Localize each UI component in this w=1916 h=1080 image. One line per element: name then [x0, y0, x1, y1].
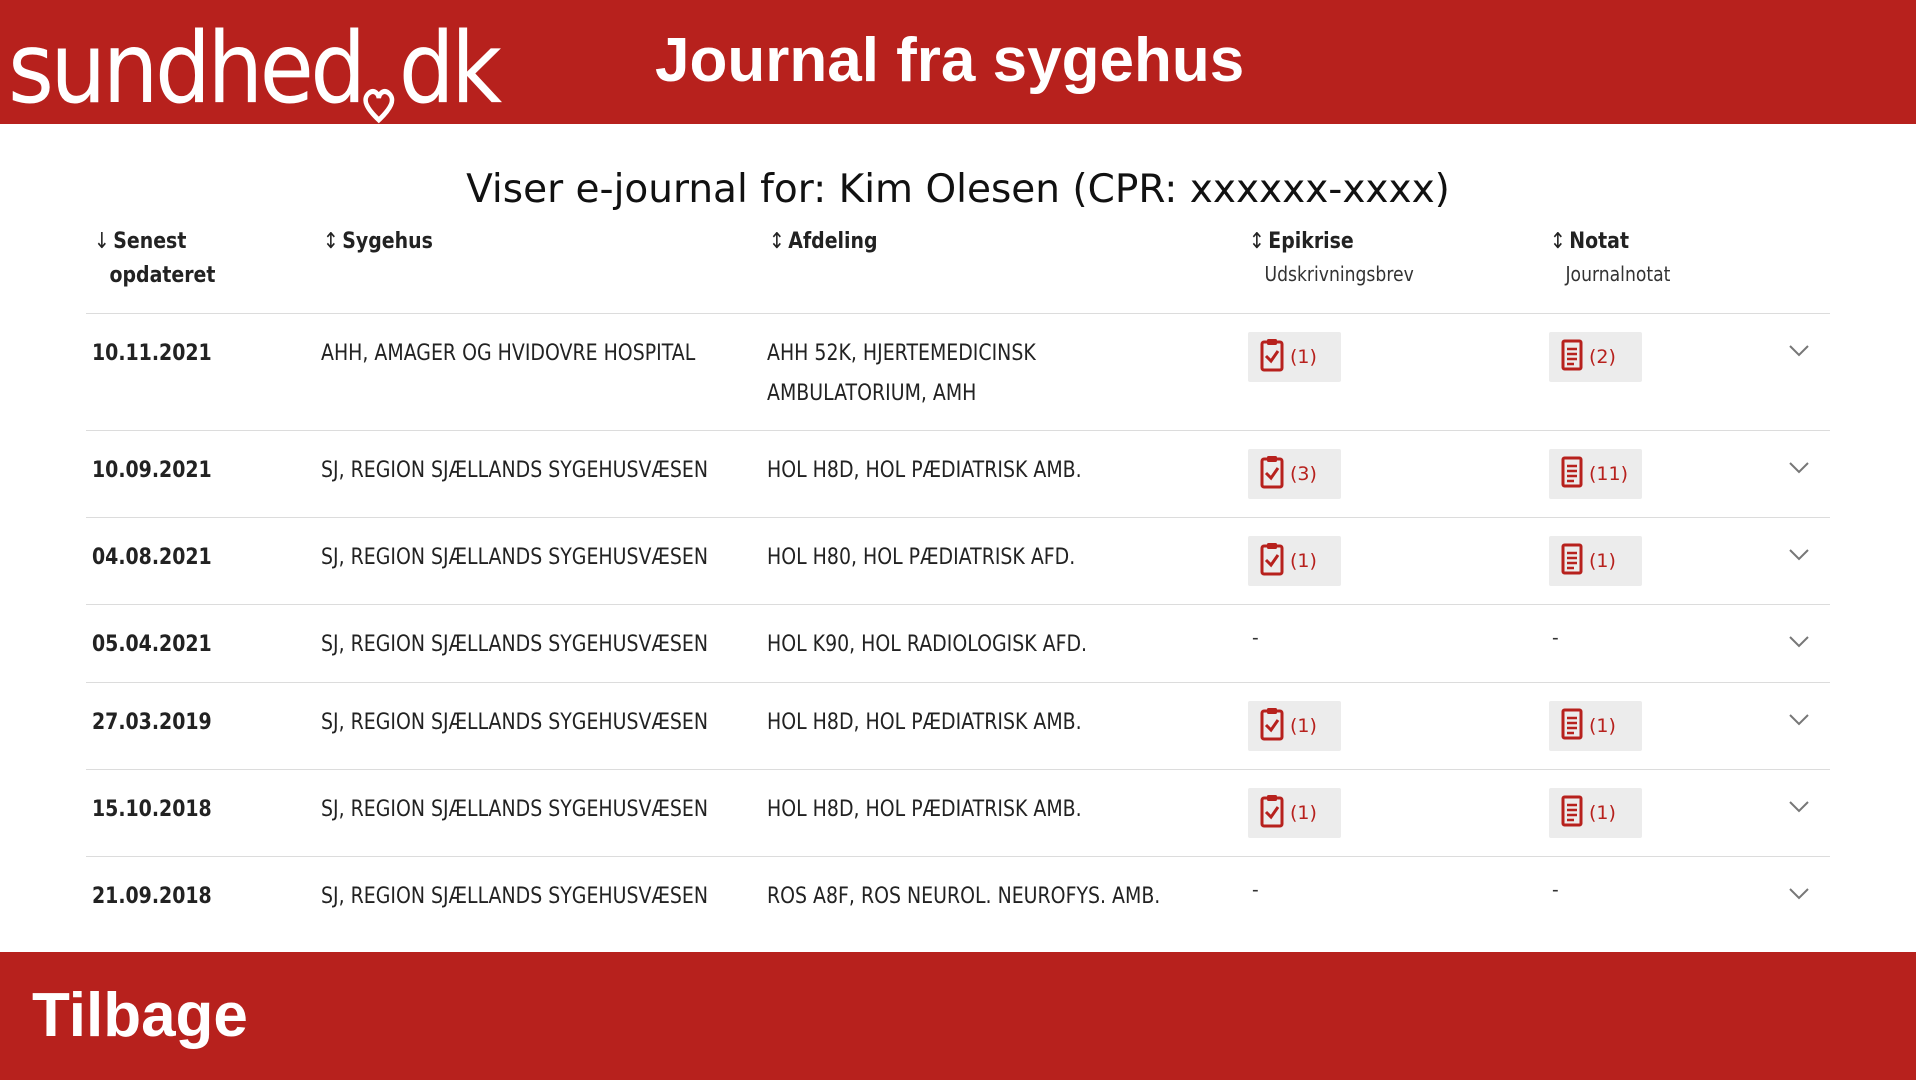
chevron-down-icon[interactable]: [1788, 800, 1810, 819]
patient-subtitle: Viser e-journal for: Kim Olesen (CPR: xx…: [466, 167, 1450, 212]
row-department: HOL H8D, HOL PÆDIATRISK AMB.: [767, 797, 1082, 822]
clipboard-check-icon: [1260, 707, 1290, 746]
notat-button[interactable]: (1): [1549, 536, 1642, 586]
epikrise-empty: -: [1252, 627, 1259, 649]
column-header-hospital[interactable]: ↕ Sygehus: [323, 229, 433, 254]
row-date: 04.08.2021: [92, 545, 212, 570]
document-icon: [1561, 456, 1589, 493]
notat-empty: -: [1552, 627, 1559, 649]
heart-icon: [363, 6, 399, 124]
chevron-down-icon[interactable]: [1788, 344, 1810, 363]
notat-empty: -: [1552, 879, 1559, 901]
document-icon: [1561, 543, 1589, 580]
table-body: 10.11.2021 AHH, AMAGER OG HVIDOVRE HOSPIT…: [86, 313, 1830, 943]
notat-count: (1): [1589, 715, 1616, 737]
logo-text-left: sundhed: [8, 12, 366, 126]
notat-count: (1): [1589, 802, 1616, 824]
row-date: 10.09.2021: [92, 458, 212, 483]
epikrise-count: (1): [1290, 346, 1317, 368]
row-department: HOL K90, HOL RADIOLOGISK AFD.: [767, 632, 1088, 657]
row-hospital: SJ, REGION SJÆLLANDS SYGEHUSVÆSEN: [321, 710, 709, 735]
epikrise-empty: -: [1252, 879, 1259, 901]
clipboard-check-icon: [1260, 338, 1290, 377]
notat-button[interactable]: (1): [1549, 701, 1642, 751]
back-button[interactable]: Tilbage: [32, 980, 248, 1052]
epikrise-count: (1): [1290, 802, 1317, 824]
row-department: HOL H8D, HOL PÆDIATRISK AMB.: [767, 710, 1082, 735]
table-row[interactable]: 04.08.2021 SJ, REGION SJÆLLANDS SYGEHUSVÆ…: [86, 517, 1830, 604]
table-row[interactable]: 27.03.2019 SJ, REGION SJÆLLANDS SYGEHUSVÆ…: [86, 682, 1830, 769]
sort-desc-icon: ↓: [94, 229, 110, 254]
epikrise-count: (3): [1290, 463, 1317, 485]
row-hospital: SJ, REGION SJÆLLANDS SYGEHUSVÆSEN: [321, 884, 709, 909]
chevron-down-icon[interactable]: [1788, 461, 1810, 480]
epikrise-count: (1): [1290, 715, 1317, 737]
chevron-down-icon[interactable]: [1788, 548, 1810, 567]
sundhed-logo[interactable]: sundhed dk: [8, 6, 502, 126]
table-row[interactable]: 10.11.2021 AHH, AMAGER OG HVIDOVRE HOSPIT…: [86, 313, 1830, 430]
row-hospital: SJ, REGION SJÆLLANDS SYGEHUSVÆSEN: [321, 632, 709, 657]
chevron-down-icon[interactable]: [1788, 887, 1810, 906]
row-date: 21.09.2018: [92, 884, 212, 909]
row-date: 10.11.2021: [92, 341, 212, 366]
notat-count: (2): [1589, 346, 1616, 368]
row-hospital: SJ, REGION SJÆLLANDS SYGEHUSVÆSEN: [321, 545, 709, 570]
clipboard-check-icon: [1260, 794, 1290, 833]
sort-icon: ↕: [1550, 229, 1566, 254]
document-icon: [1561, 339, 1589, 376]
notat-button[interactable]: (11): [1549, 449, 1642, 499]
sort-icon: ↕: [323, 229, 339, 254]
row-date: 15.10.2018: [92, 797, 212, 822]
column-header-date[interactable]: ↓ Senest opdateret: [94, 229, 215, 288]
document-icon: [1561, 795, 1589, 832]
footer-bar: Tilbage: [0, 952, 1916, 1080]
page-title: Journal fra sygehus: [655, 26, 1245, 95]
row-hospital: AHH, AMAGER OG HVIDOVRE HOSPITAL: [321, 341, 696, 366]
table-row[interactable]: 21.09.2018 SJ, REGION SJÆLLANDS SYGEHUSVÆ…: [86, 856, 1830, 943]
notat-button[interactable]: (2): [1549, 332, 1642, 382]
notat-button[interactable]: (1): [1549, 788, 1642, 838]
document-icon: [1561, 708, 1589, 745]
top-bar: sundhed dk Journal fra sygehus: [0, 0, 1916, 124]
journal-table: ↓ Senest opdateret ↕ Sygehus ↕ Afdeling ↕ Ep…: [86, 225, 1830, 943]
table-row[interactable]: 10.09.2021 SJ, REGION SJÆLLANDS SYGEHUSVÆ…: [86, 430, 1830, 517]
chevron-down-icon[interactable]: [1788, 713, 1810, 732]
chevron-down-icon[interactable]: [1788, 635, 1810, 654]
table-row[interactable]: 05.04.2021 SJ, REGION SJÆLLANDS SYGEHUSVÆ…: [86, 604, 1830, 682]
epikrise-button[interactable]: (1): [1248, 332, 1341, 382]
notat-count: (11): [1589, 463, 1629, 485]
epikrise-button[interactable]: (1): [1248, 536, 1341, 586]
notat-count: (1): [1589, 550, 1616, 572]
sort-icon: ↕: [769, 229, 785, 254]
column-header-notat[interactable]: ↕ Notat Journalnotat: [1550, 229, 1670, 286]
row-department: HOL H8D, HOL PÆDIATRISK AMB.: [767, 458, 1082, 483]
table-header: ↓ Senest opdateret ↕ Sygehus ↕ Afdeling ↕ Ep…: [86, 225, 1830, 313]
logo-text-right: dk: [398, 12, 502, 126]
column-header-department[interactable]: ↕ Afdeling: [769, 229, 878, 254]
row-department: ROS A8F, ROS NEUROL. NEUROFYS. AMB.: [767, 884, 1161, 909]
epikrise-button[interactable]: (1): [1248, 788, 1341, 838]
row-department: AHH 52K, HJERTEMEDICINSK AMBULATORIUM, A…: [767, 341, 1036, 406]
epikrise-button[interactable]: (1): [1248, 701, 1341, 751]
sort-icon: ↕: [1249, 229, 1265, 254]
row-date: 27.03.2019: [92, 710, 212, 735]
clipboard-check-icon: [1260, 542, 1290, 581]
row-date: 05.04.2021: [92, 632, 212, 657]
table-row[interactable]: 15.10.2018 SJ, REGION SJÆLLANDS SYGEHUSVÆ…: [86, 769, 1830, 856]
row-department: HOL H80, HOL PÆDIATRISK AFD.: [767, 545, 1076, 570]
row-hospital: SJ, REGION SJÆLLANDS SYGEHUSVÆSEN: [321, 797, 709, 822]
epikrise-count: (1): [1290, 550, 1317, 572]
epikrise-button[interactable]: (3): [1248, 449, 1341, 499]
column-header-epikrise[interactable]: ↕ Epikrise Udskrivningsbrev: [1249, 229, 1414, 286]
row-hospital: SJ, REGION SJÆLLANDS SYGEHUSVÆSEN: [321, 458, 709, 483]
clipboard-check-icon: [1260, 455, 1290, 494]
